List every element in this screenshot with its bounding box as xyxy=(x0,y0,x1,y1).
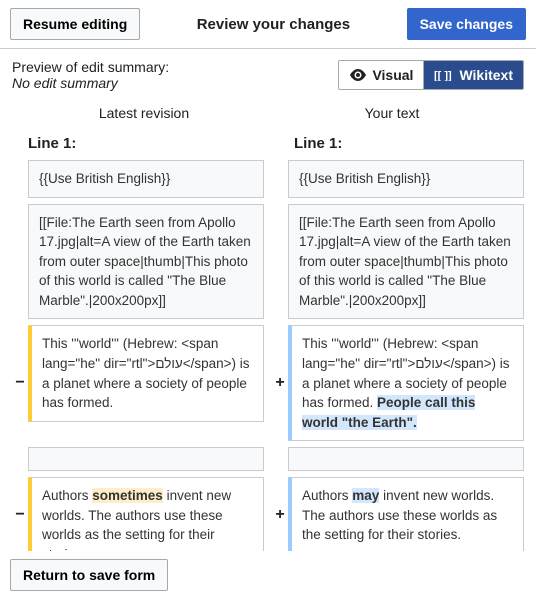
right-side xyxy=(272,447,524,471)
right-side: [[File:The Earth seen from Apollo 17.jpg… xyxy=(272,204,524,320)
left-side: {{Use British English}} xyxy=(12,160,264,198)
diff-cell: This '''world''' (Hebrew: <span lang="he… xyxy=(28,325,264,421)
diff-cell: {{Use British English}} xyxy=(288,160,524,198)
diff-row: −Authors sometimes invent new worlds. Th… xyxy=(12,477,524,552)
return-to-save-form-button[interactable]: Return to save form xyxy=(10,559,168,591)
view-toggle-group: Visual [[ ]] Wikitext xyxy=(338,60,524,90)
footer: Return to save form xyxy=(0,551,536,599)
left-side xyxy=(12,447,264,471)
left-line-label: Line 1: xyxy=(12,135,258,152)
diff-row: {{Use British English}} {{Use British Eng… xyxy=(12,160,524,198)
diff-cell: [[File:The Earth seen from Apollo 17.jpg… xyxy=(288,204,524,320)
diff-cell xyxy=(28,447,264,471)
page-title: Review your changes xyxy=(197,16,350,33)
diff-row xyxy=(12,447,524,471)
line-labels: Line 1: Line 1: xyxy=(12,135,524,152)
right-side: +This '''world''' (Hebrew: <span lang="h… xyxy=(272,325,524,441)
wikitext-toggle[interactable]: [[ ]] Wikitext xyxy=(424,61,523,89)
diff-cell xyxy=(288,447,524,471)
right-side: +Authors may invent new worlds. The auth… xyxy=(272,477,524,552)
brackets-icon: [[ ]] xyxy=(434,69,454,81)
plus-marker: + xyxy=(272,374,288,392)
diff-cell: {{Use British English}} xyxy=(28,160,264,198)
diff-view: Line 1: Line 1: {{Use British English}}{… xyxy=(0,135,536,608)
right-column-header: Your text xyxy=(268,105,516,121)
left-side: −Authors sometimes invent new worlds. Th… xyxy=(12,477,264,552)
column-headers: Latest revision Your text xyxy=(0,105,536,129)
eye-icon xyxy=(349,69,367,81)
minus-marker: − xyxy=(12,506,28,524)
left-side: [[File:The Earth seen from Apollo 17.jpg… xyxy=(12,204,264,320)
svg-text:[[ ]]: [[ ]] xyxy=(434,70,452,81)
visual-toggle[interactable]: Visual xyxy=(339,61,423,89)
diff-cell: This '''world''' (Hebrew: <span lang="he… xyxy=(288,325,524,441)
diff-cell: Authors may invent new worlds. The autho… xyxy=(288,477,524,552)
summary-row: Preview of edit summary: No edit summary… xyxy=(0,49,536,105)
diff-cell: Authors sometimes invent new worlds. The… xyxy=(28,477,264,552)
left-side: −This '''world''' (Hebrew: <span lang="h… xyxy=(12,325,264,441)
edit-summary-preview: Preview of edit summary: No edit summary xyxy=(12,59,169,91)
minus-marker: − xyxy=(12,374,28,392)
resume-editing-button[interactable]: Resume editing xyxy=(10,8,140,40)
summary-value: No edit summary xyxy=(12,75,169,91)
save-changes-button[interactable]: Save changes xyxy=(407,8,526,40)
summary-label: Preview of edit summary: xyxy=(12,59,169,75)
topbar: Resume editing Review your changes Save … xyxy=(0,0,536,49)
plus-marker: + xyxy=(272,506,288,524)
diff-row: −This '''world''' (Hebrew: <span lang="h… xyxy=(12,325,524,441)
left-column-header: Latest revision xyxy=(20,105,268,121)
diff-row: [[File:The Earth seen from Apollo 17.jpg… xyxy=(12,204,524,320)
right-side: {{Use British English}} xyxy=(272,160,524,198)
right-line-label: Line 1: xyxy=(278,135,524,152)
wikitext-label: Wikitext xyxy=(459,67,513,83)
visual-label: Visual xyxy=(372,67,413,83)
diff-cell: [[File:The Earth seen from Apollo 17.jpg… xyxy=(28,204,264,320)
